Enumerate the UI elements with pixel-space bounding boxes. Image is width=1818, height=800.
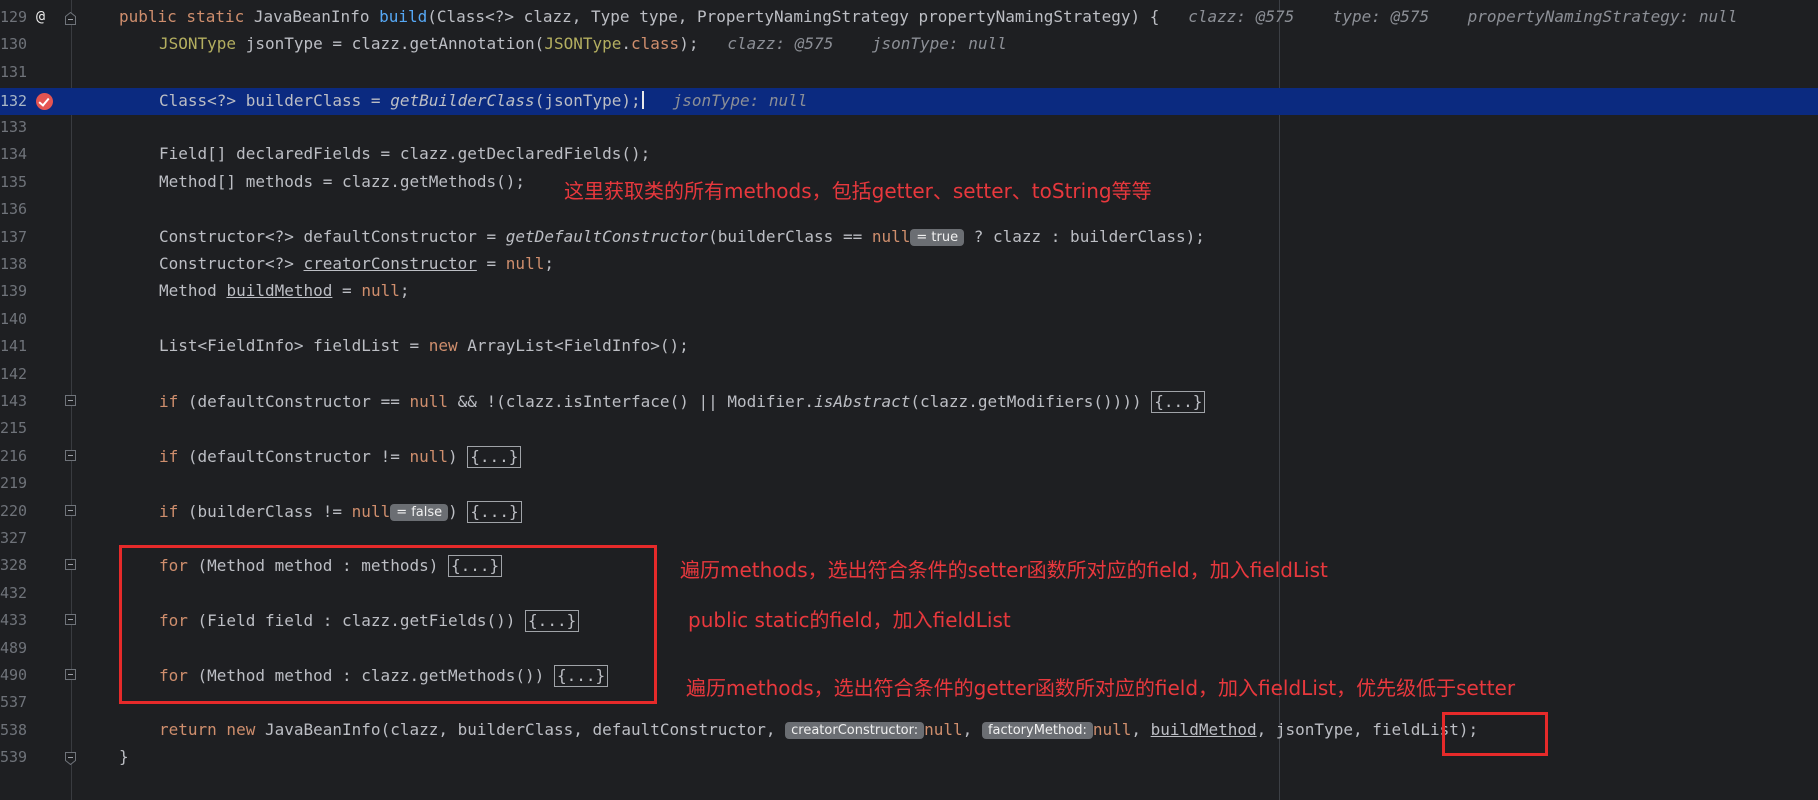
annotation-note: public static的field，加入fieldList bbox=[688, 608, 1011, 632]
line-number: 328 bbox=[0, 556, 28, 575]
code-text[interactable]: Method buildMethod = null; bbox=[159, 281, 409, 301]
fold-toggle-icon[interactable] bbox=[65, 449, 76, 461]
inline-debug-value: jsonType: null bbox=[871, 34, 1007, 54]
folded-code-block[interactable]: {...} bbox=[1151, 391, 1206, 413]
inline-debug-value: jsonType: null bbox=[672, 91, 808, 110]
code-text[interactable]: } bbox=[119, 747, 129, 767]
fold-toggle-icon[interactable] bbox=[65, 669, 76, 680]
annotation-note: 遍历methods，选出符合条件的getter函数所对应的field，加入fie… bbox=[686, 676, 1516, 700]
line-number: 134 bbox=[0, 145, 28, 164]
line-number: 219 bbox=[0, 474, 28, 493]
code-text[interactable]: Method[] methods = clazz.getMethods(); bbox=[159, 172, 525, 192]
fieldlist-highlight-box bbox=[1442, 712, 1548, 756]
code-line[interactable]: 138 Constructor<?> creatorConstructor = … bbox=[0, 251, 1818, 278]
override-icon[interactable]: @ bbox=[36, 7, 45, 25]
param-hint-pill: creatorConstructor: bbox=[785, 721, 925, 739]
line-number: 143 bbox=[0, 392, 28, 410]
line-number: 538 bbox=[0, 720, 28, 739]
current-execution-line[interactable]: 132 Class<?> builderClass = getBuilderCl… bbox=[0, 88, 1818, 116]
inline-debug-value: propertyNamingStrategy: null bbox=[1467, 7, 1738, 26]
code-text[interactable]: public static JavaBeanInfo build(Class<?… bbox=[119, 7, 1737, 27]
line-number: 139 bbox=[0, 282, 28, 301]
code-line[interactable]: 134 Field[] declaredFields = clazz.getDe… bbox=[0, 141, 1818, 168]
line-number: 490 bbox=[0, 666, 28, 684]
line-number: 537 bbox=[0, 693, 28, 712]
line-number: 140 bbox=[0, 309, 28, 328]
code-text[interactable]: Class<?> builderClass = getBuilderClass(… bbox=[159, 91, 807, 111]
fold-toggle-icon[interactable] bbox=[65, 395, 76, 406]
fold-toggle-icon[interactable] bbox=[65, 750, 76, 766]
code-text[interactable]: if (defaultConstructor != null) {...} bbox=[159, 445, 522, 468]
fold-toggle-icon[interactable] bbox=[65, 614, 76, 626]
code-line[interactable]: 219 bbox=[0, 470, 1818, 497]
line-number: 132 bbox=[0, 92, 28, 110]
code-text[interactable]: Field[] declaredFields = clazz.getDeclar… bbox=[159, 144, 650, 164]
code-line[interactable]: 129 @ public static JavaBeanInfo build(C… bbox=[0, 4, 1818, 31]
code-line[interactable]: 139 Method buildMethod = null; bbox=[0, 278, 1818, 305]
code-text[interactable]: if (defaultConstructor == null && !(claz… bbox=[159, 391, 1206, 413]
code-text[interactable]: if (builderClass != null = false) {...} bbox=[159, 500, 522, 523]
line-number: 131 bbox=[0, 62, 28, 81]
inline-debug-value: clazz: @575 bbox=[727, 34, 834, 54]
fold-toggle-icon[interactable] bbox=[65, 559, 76, 571]
line-number: 130 bbox=[0, 35, 28, 54]
line-number: 133 bbox=[0, 118, 28, 136]
line-number: 220 bbox=[0, 501, 28, 520]
code-line[interactable]: 215 bbox=[0, 415, 1818, 442]
code-line[interactable]: 133 bbox=[0, 114, 1818, 141]
code-text[interactable]: Constructor<?> defaultConstructor = getD… bbox=[159, 227, 1205, 247]
line-number: 142 bbox=[0, 364, 28, 383]
line-number: 137 bbox=[0, 227, 28, 246]
code-editor[interactable]: 129 @ public static JavaBeanInfo build(C… bbox=[0, 0, 1818, 800]
fold-toggle-icon[interactable] bbox=[65, 504, 76, 516]
line-number: 129 bbox=[0, 8, 28, 26]
line-number: 215 bbox=[0, 419, 28, 438]
line-number: 138 bbox=[0, 255, 28, 273]
text-caret bbox=[641, 91, 644, 109]
code-text[interactable]: Constructor<?> creatorConstructor = null… bbox=[159, 254, 554, 274]
line-number: 136 bbox=[0, 200, 28, 219]
code-text[interactable]: JSONType jsonType = clazz.getAnnotation(… bbox=[159, 34, 1007, 54]
code-line[interactable]: 220 if (builderClass != null = false) {..… bbox=[0, 498, 1818, 525]
line-number: 433 bbox=[0, 611, 28, 630]
folded-code-block[interactable]: {...} bbox=[467, 500, 522, 523]
line-number: 432 bbox=[0, 583, 28, 602]
folded-code-block[interactable]: {...} bbox=[467, 445, 522, 468]
line-number: 489 bbox=[0, 638, 28, 657]
code-text[interactable]: List<FieldInfo> fieldList = new ArrayLis… bbox=[159, 336, 689, 356]
line-number: 141 bbox=[0, 337, 28, 356]
param-hint-pill: factoryMethod: bbox=[981, 721, 1093, 739]
line-number: 216 bbox=[0, 446, 28, 465]
code-line[interactable]: 131 bbox=[0, 59, 1818, 86]
inline-debug-value: type: @575 bbox=[1332, 7, 1430, 26]
line-number: 327 bbox=[0, 529, 28, 547]
inline-eval-pill: = false bbox=[390, 503, 449, 521]
code-line[interactable]: 141 List<FieldInfo> fieldList = new Arra… bbox=[0, 333, 1818, 360]
code-line[interactable]: 143 if (defaultConstructor == null && !(… bbox=[0, 388, 1818, 415]
annotation-note: 这里获取类的所有methods，包括getter、setter、toString… bbox=[564, 179, 1152, 203]
for-loops-highlight-box bbox=[119, 545, 657, 704]
breakpoint-icon[interactable] bbox=[36, 93, 53, 110]
code-line[interactable]: 140 bbox=[0, 306, 1818, 333]
code-line[interactable]: 216 if (defaultConstructor != null) {...… bbox=[0, 443, 1818, 470]
line-number: 539 bbox=[0, 748, 28, 767]
inline-debug-value: clazz: @575 bbox=[1188, 7, 1295, 26]
inline-eval-pill: = true bbox=[910, 228, 965, 246]
code-text[interactable]: return new JavaBeanInfo(clazz, builderCl… bbox=[159, 720, 1478, 740]
annotation-note: 遍历methods，选出符合条件的setter函数所对应的field，加入fie… bbox=[680, 558, 1328, 582]
code-line[interactable]: 130 JSONType jsonType = clazz.getAnnotat… bbox=[0, 31, 1818, 58]
line-number: 135 bbox=[0, 172, 28, 191]
code-line[interactable]: 142 bbox=[0, 361, 1818, 388]
code-line[interactable]: 137 Constructor<?> defaultConstructor = … bbox=[0, 224, 1818, 251]
fold-toggle-icon[interactable] bbox=[65, 10, 76, 25]
